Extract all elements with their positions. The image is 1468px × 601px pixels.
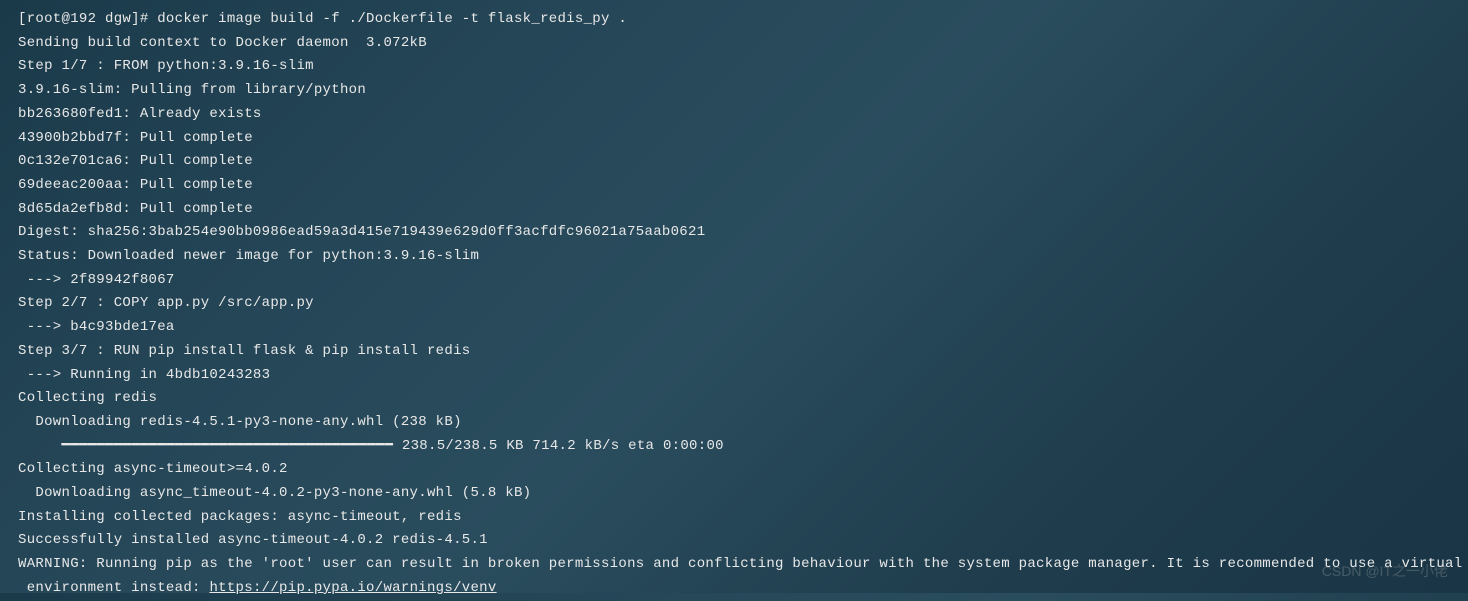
terminal-line: Sending build context to Docker daemon 3… <box>18 32 1450 56</box>
terminal-line: 8d65da2efb8d: Pull complete <box>18 198 1450 222</box>
terminal-line: Downloading redis-4.5.1-py3-none-any.whl… <box>18 411 1450 435</box>
terminal-line: 0c132e701ca6: Pull complete <box>18 150 1450 174</box>
terminal-output[interactable]: [root@192 dgw]# docker image build -f ./… <box>18 8 1450 601</box>
terminal-line: environment instead: https://pip.pypa.io… <box>18 577 1450 601</box>
terminal-line: Step 3/7 : RUN pip install flask & pip i… <box>18 340 1450 364</box>
terminal-line: Successfully installed async-timeout-4.0… <box>18 529 1450 553</box>
terminal-line: Downloading async_timeout-4.0.2-py3-none… <box>18 482 1450 506</box>
terminal-line: ━━━━━━━━━━━━━━━━━━━━━━━━━━━━━━━━━━━━━━ 2… <box>18 435 1450 459</box>
terminal-line: Status: Downloaded newer image for pytho… <box>18 245 1450 269</box>
terminal-line: WARNING: Running pip as the 'root' user … <box>18 553 1450 577</box>
terminal-line: 69deeac200aa: Pull complete <box>18 174 1450 198</box>
terminal-line: ---> Running in 4bdb10243283 <box>18 364 1450 388</box>
terminal-line: [root@192 dgw]# docker image build -f ./… <box>18 8 1450 32</box>
terminal-line: bb263680fed1: Already exists <box>18 103 1450 127</box>
terminal-line: ---> b4c93bde17ea <box>18 316 1450 340</box>
warning-url-link[interactable]: https://pip.pypa.io/warnings/venv <box>209 580 496 596</box>
terminal-line: Step 2/7 : COPY app.py /src/app.py <box>18 292 1450 316</box>
terminal-line: Collecting async-timeout>=4.0.2 <box>18 458 1450 482</box>
terminal-line: Installing collected packages: async-tim… <box>18 506 1450 530</box>
terminal-line: Digest: sha256:3bab254e90bb0986ead59a3d4… <box>18 221 1450 245</box>
warning-text: environment instead: <box>18 580 209 596</box>
terminal-line: Collecting redis <box>18 387 1450 411</box>
terminal-line: ---> 2f89942f8067 <box>18 269 1450 293</box>
terminal-line: 3.9.16-slim: Pulling from library/python <box>18 79 1450 103</box>
terminal-line: Step 1/7 : FROM python:3.9.16-slim <box>18 55 1450 79</box>
terminal-line: 43900b2bbd7f: Pull complete <box>18 127 1450 151</box>
